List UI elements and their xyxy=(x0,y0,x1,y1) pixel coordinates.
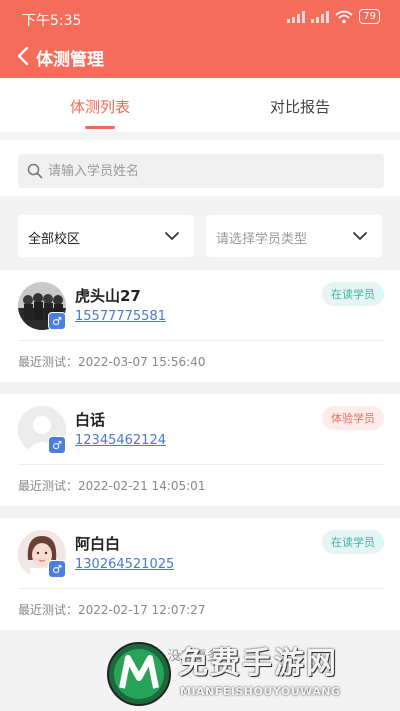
student-phone-link[interactable]: 12345462124 xyxy=(75,433,166,448)
campus-select-label: 全部校区 xyxy=(28,232,81,247)
last-test-time: 最近测试：2022-02-17 12:07:27 xyxy=(18,603,206,617)
wifi-icon xyxy=(335,10,353,23)
status-badge: 在读学员 xyxy=(322,282,384,306)
back-arrow-icon[interactable] xyxy=(14,44,34,68)
search-icon xyxy=(27,163,43,179)
chevron-down-icon xyxy=(165,232,179,240)
chevron-down-icon xyxy=(353,232,367,240)
student-card[interactable]: ♂ 阿白白 130264521025 在读学员 最近测试：2022-02-17 … xyxy=(0,518,400,630)
student-type-select-label: 请选择学员类型 xyxy=(216,232,308,247)
watermark-title: 免费手游网 xyxy=(178,646,338,681)
gender-male-icon: ♂ xyxy=(48,436,66,454)
student-phone-link[interactable]: 130264521025 xyxy=(75,557,174,572)
battery-icon: 79 xyxy=(359,9,380,24)
watermark: 免费手游网 MIANFEISHOUYOUWANG xyxy=(104,638,400,711)
search-box[interactable] xyxy=(18,154,384,188)
active-tab-indicator xyxy=(85,126,115,129)
campus-select[interactable]: 全部校区 xyxy=(18,215,194,257)
battery-level: 79 xyxy=(363,10,376,22)
divider xyxy=(18,340,384,341)
student-card[interactable]: ♂ 虎头山27 15577775581 在读学员 最近测试：2022-03-07… xyxy=(0,270,400,382)
search-input[interactable] xyxy=(48,154,368,188)
student-name: 阿白白 xyxy=(75,535,121,553)
student-type-select[interactable]: 请选择学员类型 xyxy=(206,215,382,257)
gender-male-icon: ♂ xyxy=(48,312,66,330)
status-icons: 79 xyxy=(287,9,380,24)
page-title: 体测管理 xyxy=(36,50,104,70)
student-phone-link[interactable]: 15577775581 xyxy=(75,309,166,324)
student-card[interactable]: ♂ 白话 12345462124 体验学员 最近测试：2022-02-21 14… xyxy=(0,394,400,506)
top-bar: 下午5:35 79 体测管理 xyxy=(0,0,400,78)
student-name: 虎头山27 xyxy=(75,287,141,305)
last-test-time: 最近测试：2022-02-21 14:05:01 xyxy=(18,479,206,493)
status-time: 下午5:35 xyxy=(22,13,82,29)
tab-test-list[interactable]: 体测列表 xyxy=(0,96,200,117)
last-test-time: 最近测试：2022-03-07 15:56:40 xyxy=(18,355,206,369)
search-area xyxy=(0,140,400,196)
signal-2-icon xyxy=(311,10,330,23)
divider xyxy=(18,588,384,589)
status-bar: 下午5:35 79 xyxy=(0,0,400,36)
tab-bar: 体测列表 对比报告 xyxy=(0,78,400,132)
watermark-logo-icon xyxy=(107,642,171,706)
status-badge: 体验学员 xyxy=(322,406,384,430)
gender-male-icon: ♂ xyxy=(48,560,66,578)
divider xyxy=(18,464,384,465)
student-name: 白话 xyxy=(75,411,106,429)
signal-icon xyxy=(287,10,306,23)
nav-bar: 体测管理 xyxy=(0,36,400,78)
tab-compare-report[interactable]: 对比报告 xyxy=(200,96,400,117)
status-badge: 在读学员 xyxy=(322,530,384,554)
watermark-subtitle: MIANFEISHOUYOUWANG xyxy=(180,685,341,698)
